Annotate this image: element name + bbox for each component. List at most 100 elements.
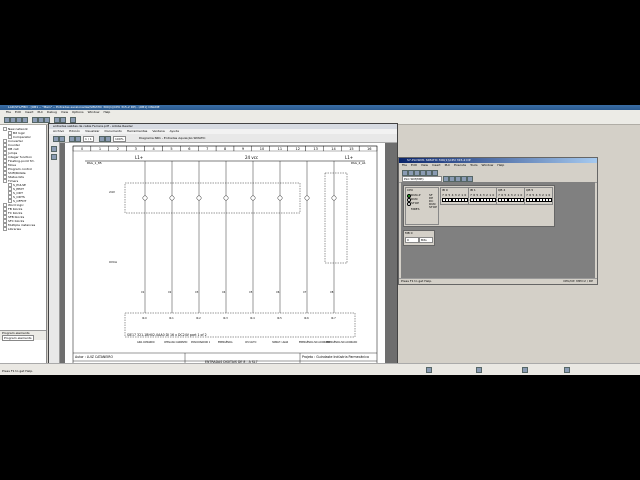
input-description: EMERGÊNCIA bbox=[218, 341, 233, 344]
cpu-panel: CPU RUN-P RUN STOP MRES SF DP DC RUN STO… bbox=[405, 187, 439, 225]
bit-label: 6 bbox=[501, 193, 504, 197]
status-icon-4[interactable] bbox=[564, 367, 570, 373]
io-panel: QB 476543210 bbox=[496, 187, 525, 205]
bit-label: 7 bbox=[470, 193, 472, 197]
mb-value-field[interactable]: 0 bbox=[405, 237, 419, 243]
schematic-page: 0 1 2 3 4 5 6 7 8 9 10 11 12 13 14 15 16 L1+ L1+ PAG_1_8… bbox=[65, 143, 385, 372]
column-header: 0 1 2 3 4 5 6 7 8 9 10 11 12 13 14 15 16 bbox=[72, 145, 378, 152]
zoom-select[interactable]: 100% bbox=[113, 136, 126, 142]
column-number: 3 bbox=[135, 147, 137, 151]
terminal-label: X3 bbox=[195, 290, 199, 294]
bit-label: 7 bbox=[498, 193, 500, 197]
plcsim-toolbar: PLC SIM(MPI) bbox=[399, 168, 597, 183]
io-panel-title: IB 1 bbox=[470, 188, 476, 192]
input-description: HABILIT. LIGAR bbox=[272, 341, 289, 344]
pages-icon[interactable] bbox=[51, 146, 57, 152]
schematic-drawing: 0 1 2 3 4 5 6 7 8 9 10 11 12 13 14 15 16 L1+ L1+ PAG_1_8… bbox=[72, 145, 378, 370]
bit-label: 1 bbox=[517, 193, 520, 197]
bit-label: 0 bbox=[520, 193, 523, 197]
bit-checkbox[interactable] bbox=[548, 198, 553, 202]
tree-item[interactable]: Libraries bbox=[3, 227, 21, 231]
plcsim-panel-group: CPU RUN-P RUN STOP MRES SF DP DC RUN STO… bbox=[403, 185, 555, 227]
zoom-in-icon[interactable] bbox=[105, 136, 111, 142]
input-description: GIRA COMANDO bbox=[137, 341, 155, 344]
attachment-icon[interactable] bbox=[51, 154, 57, 160]
address-label: I0.7 bbox=[331, 316, 336, 320]
address-label: I0.1 bbox=[169, 316, 174, 320]
switch-symbol bbox=[304, 195, 310, 201]
bus-ref-left: PAG_1_85 bbox=[87, 161, 102, 165]
bit-label: 1 bbox=[489, 193, 492, 197]
bus-ref-right: PAG_2_A1 bbox=[351, 161, 366, 165]
status-bar-text: Press F1 to get Help. bbox=[2, 369, 34, 373]
switch-symbol bbox=[277, 195, 283, 201]
bit-label: 6 bbox=[445, 193, 448, 197]
terminal-label: X4 bbox=[222, 290, 226, 294]
bit-label: 5 bbox=[448, 193, 451, 197]
terminal-label: X7 bbox=[303, 290, 307, 294]
switch-symbol bbox=[250, 195, 256, 201]
bit-label: 0 bbox=[492, 193, 495, 197]
bit-label: 1 bbox=[461, 193, 464, 197]
device-label-24v: 24V bbox=[109, 190, 116, 194]
pdf-tab-label[interactable]: Diagrama NR1 - Entradas Aquisição SIMATI… bbox=[139, 136, 206, 140]
plcsim-status-bar: Press F1 to get Help. CPU/CP: MPI=2 / DP bbox=[399, 278, 597, 284]
mb-format-select[interactable]: Bits bbox=[419, 237, 433, 243]
column-number: 2 bbox=[117, 147, 119, 151]
bit-label: 3 bbox=[454, 193, 457, 197]
terminal-label: X2 bbox=[168, 290, 172, 294]
status-icon-3[interactable] bbox=[522, 367, 528, 373]
switch-symbol bbox=[142, 195, 148, 201]
column-number: 11 bbox=[278, 147, 282, 151]
page-indicator[interactable]: 1 / 1 bbox=[83, 136, 94, 142]
io-panel-title: QB 5 bbox=[526, 188, 534, 192]
folder-icon bbox=[3, 127, 7, 131]
bit-label: 4 bbox=[535, 193, 538, 197]
bit-label: 7 bbox=[442, 193, 444, 197]
plcsim-status-left: Press F1 to get Help. bbox=[401, 279, 433, 283]
terminal-label: X1 bbox=[141, 290, 145, 294]
column-number: 10 bbox=[260, 147, 264, 151]
io-panel: IB 176543210 bbox=[468, 187, 497, 205]
bit-label: 2 bbox=[458, 193, 460, 197]
column-number: 8 bbox=[224, 147, 226, 151]
bit-label: 2 bbox=[514, 193, 516, 197]
pdf-toolbar: 1 / 1 100% Diagrama NR1 - Entradas Aquis… bbox=[49, 134, 397, 143]
column-number: 7 bbox=[206, 147, 208, 151]
folder-icon bbox=[3, 227, 7, 231]
program-elements-tab-bar: Program elements Program elements bbox=[0, 330, 46, 341]
column-number: 16 bbox=[367, 147, 371, 151]
terminal-label: X5 bbox=[249, 290, 253, 294]
print-icon[interactable] bbox=[22, 117, 28, 123]
column-number: 4 bbox=[152, 147, 155, 151]
bit-label: 0 bbox=[548, 193, 551, 197]
bit-label: 1 bbox=[545, 193, 548, 197]
plcsim-workspace: CPU RUN-P RUN STOP MRES SF DP DC RUN STO… bbox=[401, 182, 595, 278]
plcsim-window: S7-PLCSIM1 SIMATIC 300(1)\CPU 315-2 DP F… bbox=[398, 157, 598, 285]
column-number: 1 bbox=[99, 147, 101, 151]
address-label: I0.6 bbox=[304, 316, 309, 320]
input-description: EMERGÊNCIA NO ACIONADO bbox=[326, 341, 357, 344]
tab-program-elements[interactable]: Program elements bbox=[2, 335, 34, 341]
status-icon-1[interactable] bbox=[426, 367, 432, 373]
program-elements-tree[interactable]: New network Bit logic Comparator Converter C… bbox=[0, 125, 47, 363]
mres-button[interactable]: MRES bbox=[411, 207, 419, 211]
mb-panel: MB 0 0 Bits bbox=[403, 230, 435, 246]
switch-symbol bbox=[223, 195, 229, 201]
terminal-label: X8 bbox=[330, 290, 334, 294]
footer-client: Projeto : Guindaste Indústria Parmecânic… bbox=[302, 355, 369, 359]
stop-radio[interactable] bbox=[407, 202, 411, 206]
mode-stop-label[interactable]: STOP bbox=[411, 201, 419, 205]
bit-label: 7 bbox=[526, 193, 528, 197]
pdf-window-title: entradas salidas de cable Ferrara.pdf - … bbox=[53, 124, 133, 128]
bit-label: 2 bbox=[486, 193, 488, 197]
column-number: 14 bbox=[331, 147, 336, 151]
input-description: CHEGADA CARRINHO bbox=[164, 341, 188, 344]
bus-label-left: L1+ bbox=[135, 155, 143, 160]
io-panel: IB 076543210 bbox=[440, 187, 469, 205]
bit-label: 0 bbox=[464, 193, 467, 197]
status-icon-2[interactable] bbox=[476, 367, 482, 373]
next-page-icon[interactable] bbox=[75, 136, 81, 142]
switch-symbol bbox=[169, 195, 175, 201]
switch-symbol bbox=[331, 195, 337, 201]
